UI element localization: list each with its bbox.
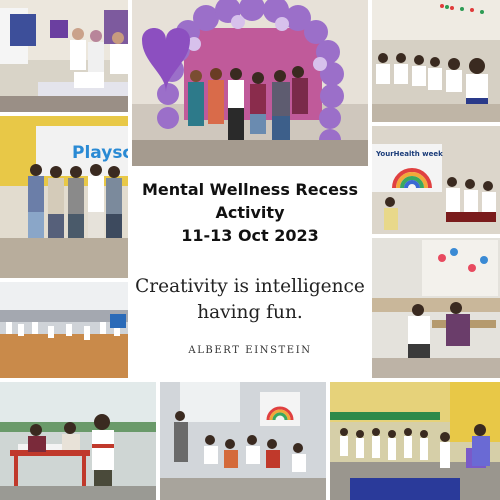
photo-balloon-arch-group xyxy=(132,0,368,166)
photo-counsellors-booth xyxy=(0,0,128,112)
screen-slide-text: YourHealth week xyxy=(375,150,443,158)
quote-line-1: Creativity is intelligence xyxy=(135,276,365,297)
photo-students-seated xyxy=(372,0,500,122)
event-title-line-2: Activity xyxy=(215,203,285,222)
center-text-card: Mental Wellness Recess Activity 11-13 Oc… xyxy=(132,170,368,378)
photo-health-week-screen: YourHealth week xyxy=(372,126,500,234)
collage: Playsc YourHealth week Mental Wellness R… xyxy=(0,0,500,500)
photo-counsellor-table xyxy=(0,382,156,500)
quote-author: ALBERT EINSTEIN xyxy=(188,345,312,356)
quote: Creativity is intelligence having fun. xyxy=(132,274,368,326)
photo-students-drawing xyxy=(372,238,500,378)
photo-corridor-students xyxy=(330,382,500,500)
photo-school-hall xyxy=(0,282,128,378)
playscape-sign-text: Playsc xyxy=(72,143,128,163)
quote-line-2: having fun. xyxy=(197,302,303,323)
event-date: 11-13 Oct 2023 xyxy=(181,226,319,245)
event-title: Mental Wellness Recess Activity 11-13 Oc… xyxy=(132,178,368,247)
photo-classroom-rainbow xyxy=(160,382,326,500)
photo-playscape-group: Playsc xyxy=(0,116,128,278)
event-title-line-1: Mental Wellness Recess xyxy=(142,180,358,199)
